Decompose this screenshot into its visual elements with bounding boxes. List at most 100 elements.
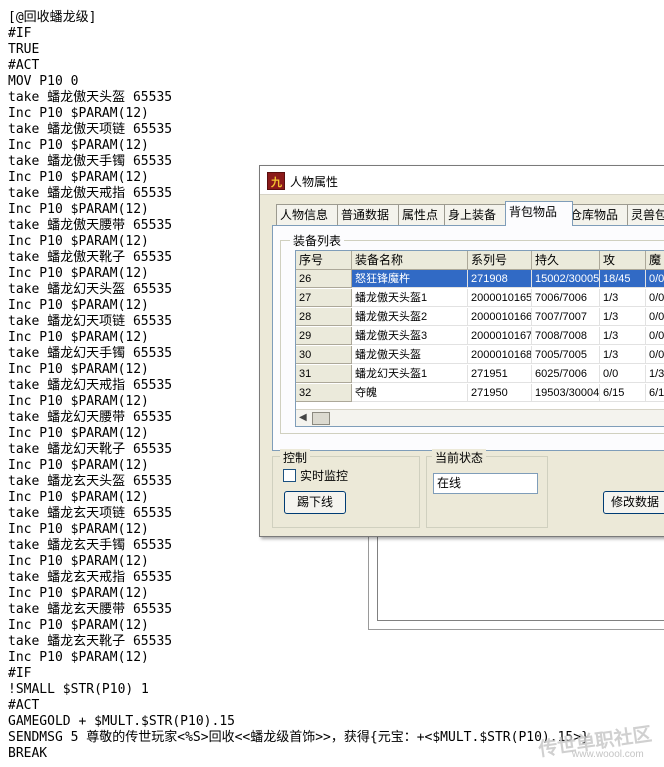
table-row[interactable]: 30 蟠龙傲天头盔 2000010168 7005/7005 1/3 0/0 <box>296 346 664 365</box>
script-line: take 蟠龙傲天戒指 65535 <box>8 186 173 201</box>
scroll-left-icon[interactable]: ◀ <box>299 412 307 423</box>
table-cell-name: 蟠龙傲天头盔1 <box>352 289 468 307</box>
table-cell-idx: 30 <box>296 346 352 364</box>
table-cell-dura: 7005/7005 <box>532 346 600 364</box>
script-line: SENDMSG 5 尊敬的传世玩家<%S>回收<<蟠龙级首饰>>，获得{元宝：+… <box>8 730 589 745</box>
script-line: Inc P10 $PARAM(12) <box>8 362 149 377</box>
realtime-monitor-label: 实时监控 <box>300 469 349 483</box>
script-line: take 蟠龙幻天头盔 65535 <box>8 282 173 297</box>
column-header[interactable]: 序号 <box>296 251 352 270</box>
tab-strip: 人物信息 普通数据 属性点 身上装备 背包物品 仓库物品 灵兽包 <box>276 201 664 226</box>
script-line: #IF <box>8 26 32 41</box>
script-line: take 蟠龙玄天戒指 65535 <box>8 570 173 585</box>
table-cell-dura: 7008/7008 <box>532 327 600 345</box>
column-header[interactable]: 装备名称 <box>352 251 468 270</box>
script-line: take 蟠龙玄天腰带 65535 <box>8 602 173 617</box>
table-row[interactable]: 31 蟠龙幻天头盔1 271951 6025/7006 0/0 1/3 <box>296 365 664 384</box>
script-line: #ACT <box>8 58 40 73</box>
script-line: take 蟠龙幻天腰带 65535 <box>8 410 173 425</box>
table-cell-name: 夺魄 <box>352 384 468 402</box>
script-line: Inc P10 $PARAM(12) <box>8 202 149 217</box>
script-line: take 蟠龙玄天靴子 65535 <box>8 634 173 649</box>
table-cell-name: 蟠龙幻天头盔1 <box>352 365 468 383</box>
tab-4[interactable]: 身上装备 <box>444 204 512 225</box>
script-line: Inc P10 $PARAM(12) <box>8 234 149 249</box>
script-line: TRUE <box>8 42 40 57</box>
script-line: Inc P10 $PARAM(12) <box>8 330 149 345</box>
table-cell-name: 蟠龙傲天头盔2 <box>352 308 468 326</box>
script-line: take 蟠龙傲天腰带 65535 <box>8 218 173 233</box>
status-field[interactable]: 在线 <box>433 473 538 494</box>
background-panel-inner <box>377 535 664 621</box>
horizontal-scrollbar[interactable]: ◀ <box>296 409 664 426</box>
table-cell-serial: 2000010165 <box>468 289 532 307</box>
table-cell-idx: 28 <box>296 308 352 326</box>
table-row[interactable]: 29 蟠龙傲天头盔3 2000010167 7008/7008 1/3 0/0 <box>296 327 664 346</box>
app-icon: 九 <box>267 172 285 190</box>
script-line: take 蟠龙傲天项链 65535 <box>8 122 173 137</box>
equipment-table[interactable]: 序号 装备名称 系列号 持久攻魔 26 怒狂锋魔杵 271908 15002/30005 18… <box>295 250 664 427</box>
script-line: Inc P10 $PARAM(12) <box>8 298 149 313</box>
modify-data-button[interactable]: 修改数据 <box>603 491 664 514</box>
script-line: #IF <box>8 666 32 681</box>
table-cell-serial: 2000010166 <box>468 308 532 326</box>
table-cell-mag: 6/1 <box>646 384 664 402</box>
tab-6[interactable]: 仓库物品 <box>566 204 634 225</box>
table-cell-mag: 0/0 <box>646 308 664 326</box>
script-line: take 蟠龙幻天靴子 65535 <box>8 442 173 457</box>
tab-1[interactable]: 人物信息 <box>276 204 344 225</box>
script-line: [@回收蟠龙级] <box>8 10 97 25</box>
table-cell-serial: 271908 <box>468 270 532 288</box>
script-line: take 蟠龙玄天手镯 65535 <box>8 538 173 553</box>
table-cell-atk: 1/3 <box>600 346 646 364</box>
character-properties-window: 九 人物属性 人物信息 普通数据 属性点 身上装备 背包物品 仓库物品 灵兽包 装备列表 序… <box>259 165 664 537</box>
script-line: Inc P10 $PARAM(12) <box>8 650 149 665</box>
tab-7[interactable]: 灵兽包 <box>627 204 664 225</box>
script-line: take 蟠龙幻天手镯 65535 <box>8 346 173 361</box>
script-line: Inc P10 $PARAM(12) <box>8 170 149 185</box>
table-cell-serial: 271950 <box>468 384 532 402</box>
table-cell-mag: 0/0 <box>646 327 664 345</box>
tab-5[interactable]: 背包物品 <box>505 201 573 226</box>
table-cell-atk: 1/3 <box>600 327 646 345</box>
table-cell-mag: 1/3 <box>646 365 664 383</box>
table-row[interactable]: 32 夺魄 271950 19503/30004 6/15 6/1 <box>296 384 664 403</box>
script-line: take 蟠龙幻天戒指 65535 <box>8 378 173 393</box>
script-line: Inc P10 $PARAM(12) <box>8 426 149 441</box>
table-cell-serial: 2000010168 <box>468 346 532 364</box>
column-header[interactable]: 系列号 <box>468 251 532 270</box>
table-cell-idx: 27 <box>296 289 352 307</box>
table-row[interactable]: 27 蟠龙傲天头盔1 2000010165 7006/7006 1/3 0/0 <box>296 289 664 308</box>
column-header[interactable]: 魔 <box>646 251 664 270</box>
table-row[interactable]: 28 蟠龙傲天头盔2 2000010166 7007/7007 1/3 0/0 <box>296 308 664 327</box>
script-line: take 蟠龙傲天头盔 65535 <box>8 90 173 105</box>
table-cell-mag: 0/0 <box>646 270 664 288</box>
table-row[interactable]: 26 怒狂锋魔杵 271908 15002/30005 18/45 0/0 <box>296 270 664 289</box>
column-header[interactable]: 持久 <box>532 251 600 270</box>
table-cell-dura: 15002/30005 <box>532 270 600 288</box>
window-title: 人物属性 <box>290 175 339 189</box>
table-cell-idx: 26 <box>296 270 352 288</box>
table-cell-idx: 32 <box>296 384 352 402</box>
table-cell-dura: 7006/7006 <box>532 289 600 307</box>
watermark-url: www.woool.com <box>572 749 644 760</box>
table-cell-mag: 0/0 <box>646 289 664 307</box>
script-line: Inc P10 $PARAM(12) <box>8 138 149 153</box>
script-line: Inc P10 $PARAM(12) <box>8 266 149 281</box>
equipment-list-label: 装备列表 <box>290 232 345 249</box>
title-bar[interactable]: 九 人物属性 <box>260 166 664 195</box>
script-line: GAMEGOLD + $MULT.$STR(P10).15 <box>8 714 235 729</box>
realtime-monitor-checkbox[interactable] <box>283 469 296 482</box>
script-line: take 蟠龙幻天项链 65535 <box>8 314 173 329</box>
kick-offline-button[interactable]: 踢下线 <box>284 491 346 514</box>
column-header[interactable]: 攻 <box>600 251 646 270</box>
table-cell-atk: 18/45 <box>600 270 646 288</box>
table-cell-atk: 6/15 <box>600 384 646 402</box>
script-line: Inc P10 $PARAM(12) <box>8 618 149 633</box>
table-cell-dura: 6025/7006 <box>532 365 600 383</box>
tab-2[interactable]: 普通数据 <box>337 204 405 225</box>
table-cell-name: 蟠龙傲天头盔3 <box>352 327 468 345</box>
scroll-thumb[interactable] <box>312 412 330 425</box>
script-line: take 蟠龙傲天靴子 65535 <box>8 250 173 265</box>
script-line: Inc P10 $PARAM(12) <box>8 522 149 537</box>
